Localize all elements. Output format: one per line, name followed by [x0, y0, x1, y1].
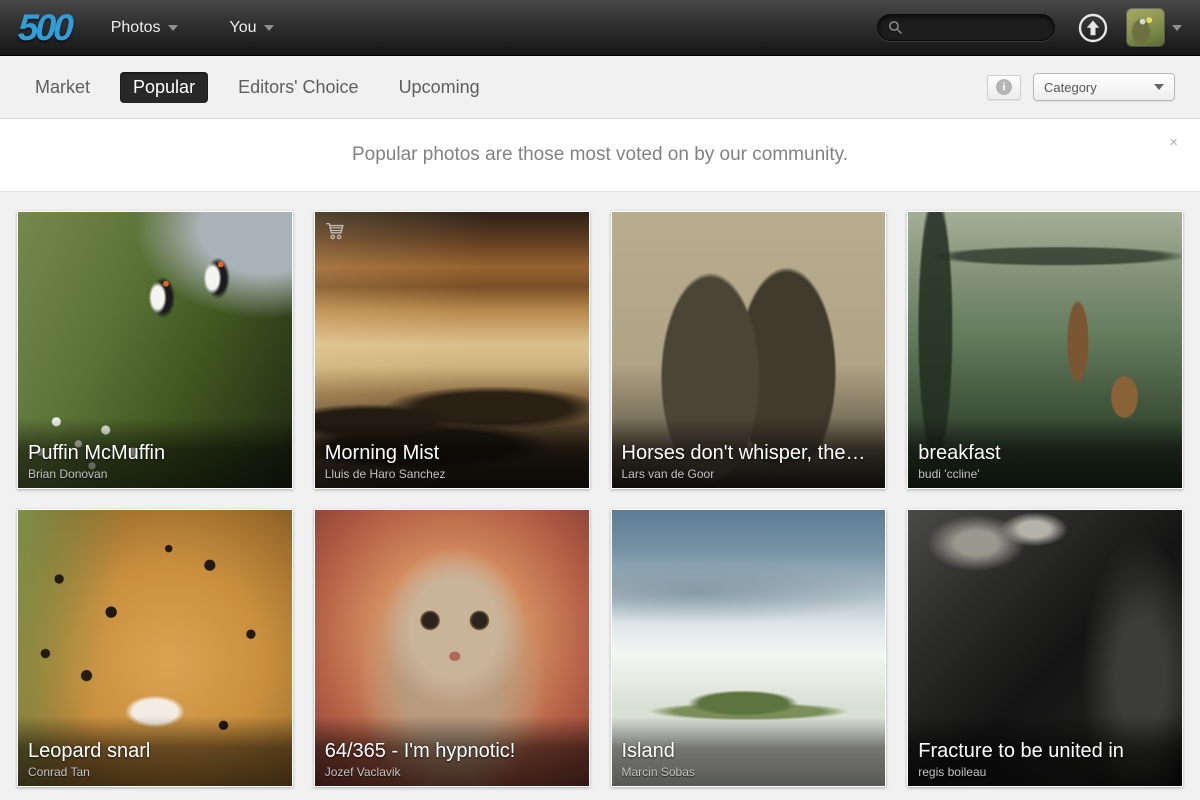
photo-author[interactable]: budi 'ccline': [918, 467, 1172, 481]
search-box[interactable]: [877, 14, 1055, 41]
photo-caption: breakfast budi 'ccline': [908, 418, 1182, 488]
photo-card[interactable]: breakfast budi 'ccline': [907, 211, 1183, 489]
photo-caption: Morning Mist Lluis de Haro Sanchez: [315, 418, 589, 488]
photo-caption: Puffin McMuffin Brian Donovan: [18, 418, 292, 488]
photo-title[interactable]: breakfast: [918, 442, 1172, 465]
notice-banner-text: Popular photos are those most voted on b…: [352, 144, 848, 166]
photo-card[interactable]: Fracture to be united in regis boileau: [907, 509, 1183, 787]
search-icon: [888, 20, 903, 35]
photo-author[interactable]: Brian Donovan: [28, 467, 282, 481]
photo-title[interactable]: Horses don't whisper, they ...: [622, 442, 876, 465]
shopping-cart-icon: [324, 220, 346, 242]
main-menu: Photos You: [111, 19, 274, 37]
photo-card[interactable]: 64/365 - I'm hypnotic! Jozef Vaclavik: [314, 509, 590, 787]
tab-popular[interactable]: Popular: [120, 72, 208, 103]
photo-author[interactable]: Lars van de Goor: [622, 467, 876, 481]
photo-title[interactable]: Morning Mist: [325, 442, 579, 465]
photo-author[interactable]: Marcin Sobas: [622, 765, 876, 779]
photo-caption: Island Marcin Sobas: [612, 716, 886, 786]
photo-title[interactable]: Puffin McMuffin: [28, 442, 282, 465]
photo-author[interactable]: Jozef Vaclavik: [325, 765, 579, 779]
photo-grid: Puffin McMuffin Brian Donovan Morning Mi…: [17, 211, 1183, 787]
photo-title[interactable]: Island: [622, 740, 876, 763]
tab-upcoming[interactable]: Upcoming: [389, 72, 490, 103]
info-icon: i: [996, 79, 1012, 95]
user-avatar[interactable]: [1127, 9, 1164, 46]
photo-title[interactable]: Leopard snarl: [28, 740, 282, 763]
photo-author[interactable]: regis boileau: [918, 765, 1172, 779]
search-input[interactable]: [909, 20, 1039, 35]
menu-photos-label: Photos: [111, 19, 161, 37]
chevron-down-icon: [168, 25, 178, 31]
photo-title[interactable]: 64/365 - I'm hypnotic!: [325, 740, 579, 763]
chevron-down-icon: [1154, 84, 1164, 90]
chevron-down-icon: [264, 25, 274, 31]
photo-author[interactable]: Conrad Tan: [28, 765, 282, 779]
upload-arrow-icon: [1087, 20, 1099, 35]
menu-you-label: You: [230, 19, 257, 37]
filter-bar-right: i Category: [987, 73, 1175, 101]
upload-button[interactable]: [1077, 12, 1109, 44]
close-icon[interactable]: ×: [1169, 135, 1178, 150]
filter-bar: Market Popular Editors' Choice Upcoming …: [0, 56, 1200, 119]
photo-card[interactable]: Horses don't whisper, they ... Lars van …: [611, 211, 887, 489]
photo-caption: 64/365 - I'm hypnotic! Jozef Vaclavik: [315, 716, 589, 786]
info-button[interactable]: i: [987, 75, 1021, 100]
photo-card[interactable]: Puffin McMuffin Brian Donovan: [17, 211, 293, 489]
top-navbar: 500 Photos You: [0, 0, 1200, 56]
photo-caption: Horses don't whisper, they ... Lars van …: [612, 418, 886, 488]
photo-card[interactable]: Morning Mist Lluis de Haro Sanchez: [314, 211, 590, 489]
chevron-down-icon[interactable]: [1172, 25, 1182, 31]
photo-card[interactable]: Island Marcin Sobas: [611, 509, 887, 787]
photo-title[interactable]: Fracture to be united in: [918, 740, 1172, 763]
photo-caption: Fracture to be united in regis boileau: [908, 716, 1182, 786]
category-dropdown-value: Category: [1044, 80, 1097, 95]
photo-author[interactable]: Lluis de Haro Sanchez: [325, 467, 579, 481]
photo-caption: Leopard snarl Conrad Tan: [18, 716, 292, 786]
account-area: [1127, 9, 1182, 46]
logo-500px[interactable]: 500: [17, 7, 71, 49]
category-dropdown[interactable]: Category: [1033, 73, 1175, 101]
tab-market[interactable]: Market: [25, 72, 100, 103]
notice-banner: Popular photos are those most voted on b…: [0, 119, 1200, 192]
menu-you[interactable]: You: [230, 19, 274, 37]
menu-photos[interactable]: Photos: [111, 19, 178, 37]
photo-card[interactable]: Leopard snarl Conrad Tan: [17, 509, 293, 787]
tab-editors-choice[interactable]: Editors' Choice: [228, 72, 369, 103]
